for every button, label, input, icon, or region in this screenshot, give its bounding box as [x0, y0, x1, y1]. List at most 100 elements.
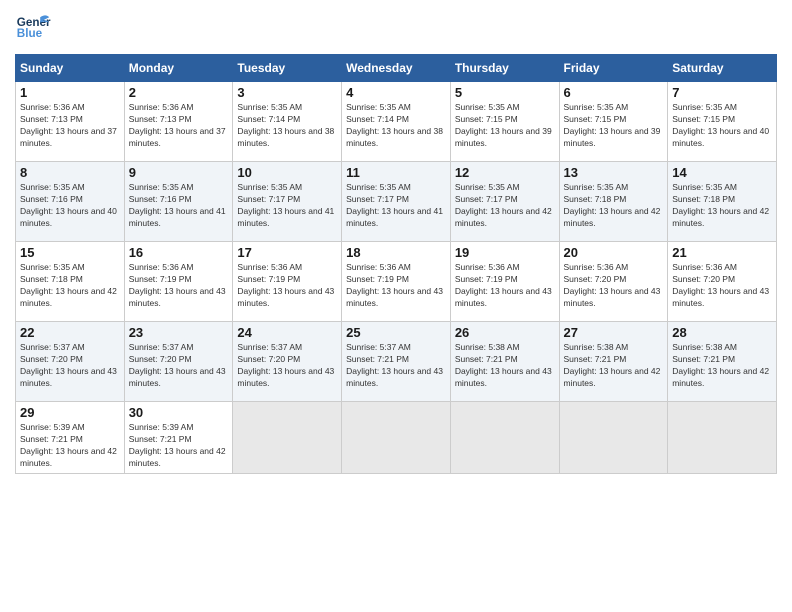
day-info: Sunrise: 5:35 AMSunset: 7:15 PMDaylight:… [564, 102, 664, 150]
calendar-cell: 27Sunrise: 5:38 AMSunset: 7:21 PMDayligh… [559, 322, 668, 402]
calendar-cell: 21 Sunrise: 5:36 AMSunset: 7:20 PMDayligh… [668, 242, 777, 322]
day-info: Sunrise: 5:35 AMSunset: 7:16 PMDaylight:… [129, 182, 229, 230]
day-info: Sunrise: 5:38 AMSunset: 7:21 PMDaylight:… [672, 342, 772, 390]
day-info: Sunrise: 5:35 AMSunset: 7:15 PMDaylight:… [672, 102, 772, 150]
calendar-week-1: 1 Sunrise: 5:36 AMSunset: 7:13 PMDaylight… [16, 82, 777, 162]
calendar-cell [233, 402, 342, 474]
header: General Blue [15, 10, 777, 46]
calendar-cell: 9 Sunrise: 5:35 AMSunset: 7:16 PMDaylight… [124, 162, 233, 242]
day-number: 7 [672, 85, 772, 100]
calendar-cell: 15 Sunrise: 5:35 AMSunset: 7:18 PMDayligh… [16, 242, 125, 322]
calendar-cell: 20 Sunrise: 5:36 AMSunset: 7:20 PMDayligh… [559, 242, 668, 322]
calendar-cell: 3Sunrise: 5:35 AMSunset: 7:14 PMDaylight… [233, 82, 342, 162]
day-number: 2 [129, 85, 229, 100]
page-container: General Blue SundayMondayTuesdayWednesda… [0, 0, 792, 484]
calendar-week-4: 22 Sunrise: 5:37 AMSunset: 7:20 PMDayligh… [16, 322, 777, 402]
calendar-cell: 29 Sunrise: 5:39 AMSunset: 7:21 PMDayligh… [16, 402, 125, 474]
day-header-thursday: Thursday [450, 55, 559, 82]
day-info: Sunrise: 5:37 AMSunset: 7:20 PMDaylight:… [129, 342, 229, 390]
calendar-cell: 23 Sunrise: 5:37 AMSunset: 7:20 PMDayligh… [124, 322, 233, 402]
calendar-cell: 30Sunrise: 5:39 AMSunset: 7:21 PMDayligh… [124, 402, 233, 474]
day-info: Sunrise: 5:36 AMSunset: 7:19 PMDaylight:… [455, 262, 555, 310]
svg-text:Blue: Blue [17, 27, 43, 40]
day-info: Sunrise: 5:35 AMSunset: 7:18 PMDaylight:… [672, 182, 772, 230]
calendar-cell: 13 Sunrise: 5:35 AMSunset: 7:18 PMDayligh… [559, 162, 668, 242]
day-header-tuesday: Tuesday [233, 55, 342, 82]
day-info: Sunrise: 5:38 AMSunset: 7:21 PMDaylight:… [564, 342, 664, 390]
day-number: 4 [346, 85, 446, 100]
day-header-wednesday: Wednesday [342, 55, 451, 82]
calendar-week-3: 15 Sunrise: 5:35 AMSunset: 7:18 PMDayligh… [16, 242, 777, 322]
calendar-cell: 16Sunrise: 5:36 AMSunset: 7:19 PMDayligh… [124, 242, 233, 322]
day-number: 11 [346, 165, 446, 180]
day-info: Sunrise: 5:36 AMSunset: 7:20 PMDaylight:… [672, 262, 772, 310]
calendar-table: SundayMondayTuesdayWednesdayThursdayFrid… [15, 54, 777, 474]
day-info: Sunrise: 5:37 AMSunset: 7:20 PMDaylight:… [237, 342, 337, 390]
calendar-cell: 4Sunrise: 5:35 AMSunset: 7:14 PMDaylight… [342, 82, 451, 162]
day-info: Sunrise: 5:36 AMSunset: 7:19 PMDaylight:… [237, 262, 337, 310]
day-info: Sunrise: 5:38 AMSunset: 7:21 PMDaylight:… [455, 342, 555, 390]
calendar-cell: 12Sunrise: 5:35 AMSunset: 7:17 PMDayligh… [450, 162, 559, 242]
day-number: 21 [672, 245, 772, 260]
calendar-cell: 1 Sunrise: 5:36 AMSunset: 7:13 PMDaylight… [16, 82, 125, 162]
logo: General Blue [15, 10, 51, 46]
calendar-week-5: 29 Sunrise: 5:39 AMSunset: 7:21 PMDayligh… [16, 402, 777, 474]
day-info: Sunrise: 5:39 AMSunset: 7:21 PMDaylight:… [20, 422, 120, 470]
day-number: 17 [237, 245, 337, 260]
day-number: 20 [564, 245, 664, 260]
day-number: 13 [564, 165, 664, 180]
calendar-cell: 8 Sunrise: 5:35 AMSunset: 7:16 PMDaylight… [16, 162, 125, 242]
day-info: Sunrise: 5:36 AMSunset: 7:19 PMDaylight:… [346, 262, 446, 310]
day-info: Sunrise: 5:36 AMSunset: 7:20 PMDaylight:… [564, 262, 664, 310]
day-number: 24 [237, 325, 337, 340]
calendar-cell: 6 Sunrise: 5:35 AMSunset: 7:15 PMDaylight… [559, 82, 668, 162]
day-info: Sunrise: 5:36 AMSunset: 7:13 PMDaylight:… [20, 102, 120, 150]
day-number: 28 [672, 325, 772, 340]
day-number: 29 [20, 405, 120, 420]
calendar-cell: 14 Sunrise: 5:35 AMSunset: 7:18 PMDayligh… [668, 162, 777, 242]
day-info: Sunrise: 5:35 AMSunset: 7:17 PMDaylight:… [237, 182, 337, 230]
calendar-cell [559, 402, 668, 474]
calendar-cell [450, 402, 559, 474]
day-info: Sunrise: 5:35 AMSunset: 7:15 PMDaylight:… [455, 102, 555, 150]
day-number: 16 [129, 245, 229, 260]
day-number: 15 [20, 245, 120, 260]
day-number: 26 [455, 325, 555, 340]
day-number: 23 [129, 325, 229, 340]
day-header-saturday: Saturday [668, 55, 777, 82]
day-number: 12 [455, 165, 555, 180]
day-number: 9 [129, 165, 229, 180]
calendar-cell: 5 Sunrise: 5:35 AMSunset: 7:15 PMDaylight… [450, 82, 559, 162]
day-number: 8 [20, 165, 120, 180]
day-info: Sunrise: 5:35 AMSunset: 7:18 PMDaylight:… [20, 262, 120, 310]
calendar-cell: 25 Sunrise: 5:37 AMSunset: 7:21 PMDayligh… [342, 322, 451, 402]
day-number: 25 [346, 325, 446, 340]
day-number: 1 [20, 85, 120, 100]
calendar-cell: 2Sunrise: 5:36 AMSunset: 7:13 PMDaylight… [124, 82, 233, 162]
day-info: Sunrise: 5:35 AMSunset: 7:14 PMDaylight:… [237, 102, 337, 150]
calendar-week-2: 8 Sunrise: 5:35 AMSunset: 7:16 PMDaylight… [16, 162, 777, 242]
day-info: Sunrise: 5:35 AMSunset: 7:16 PMDaylight:… [20, 182, 120, 230]
day-number: 6 [564, 85, 664, 100]
day-number: 18 [346, 245, 446, 260]
day-number: 14 [672, 165, 772, 180]
calendar-cell [342, 402, 451, 474]
calendar-cell: 17 Sunrise: 5:36 AMSunset: 7:19 PMDayligh… [233, 242, 342, 322]
day-header-friday: Friday [559, 55, 668, 82]
day-header-sunday: Sunday [16, 55, 125, 82]
day-number: 5 [455, 85, 555, 100]
calendar-cell: 19Sunrise: 5:36 AMSunset: 7:19 PMDayligh… [450, 242, 559, 322]
calendar-cell: 18 Sunrise: 5:36 AMSunset: 7:19 PMDayligh… [342, 242, 451, 322]
calendar-cell: 24 Sunrise: 5:37 AMSunset: 7:20 PMDayligh… [233, 322, 342, 402]
day-info: Sunrise: 5:35 AMSunset: 7:18 PMDaylight:… [564, 182, 664, 230]
day-info: Sunrise: 5:37 AMSunset: 7:21 PMDaylight:… [346, 342, 446, 390]
calendar-header-row: SundayMondayTuesdayWednesdayThursdayFrid… [16, 55, 777, 82]
calendar-cell [668, 402, 777, 474]
day-number: 22 [20, 325, 120, 340]
day-number: 10 [237, 165, 337, 180]
calendar-body: 1 Sunrise: 5:36 AMSunset: 7:13 PMDaylight… [16, 82, 777, 474]
day-info: Sunrise: 5:35 AMSunset: 7:17 PMDaylight:… [346, 182, 446, 230]
day-info: Sunrise: 5:37 AMSunset: 7:20 PMDaylight:… [20, 342, 120, 390]
calendar-cell: 10 Sunrise: 5:35 AMSunset: 7:17 PMDayligh… [233, 162, 342, 242]
day-header-monday: Monday [124, 55, 233, 82]
